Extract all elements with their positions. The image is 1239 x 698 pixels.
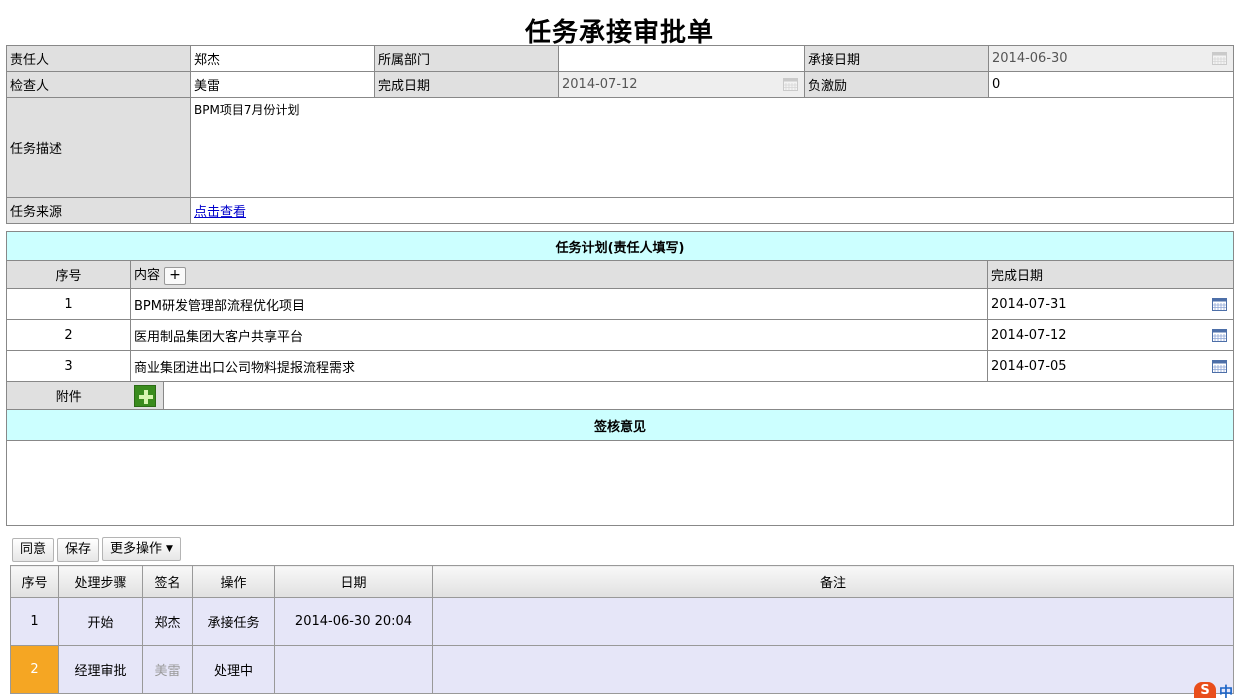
source-cell: 点击查看 [190,197,1234,224]
plan-row-date-value: 2014-07-31 [991,296,1067,312]
ime-mode-label: 中 [1219,685,1233,698]
plan-row-date[interactable]: 2014-07-12 [986,319,1235,351]
flow-row-step: 经理审批 [58,645,143,694]
penalty-label: 负激励 [804,71,989,98]
review-section-title: 签核意见 [5,409,1235,441]
action-toolbar: 同意 保存 更多操作 ▼ [12,537,184,563]
flow-row-sign: 郑杰 [142,597,193,646]
add-attachment-icon[interactable] [133,384,156,407]
plan-section-title: 任务计划(责任人填写) [5,231,1235,261]
responsible-field[interactable]: 郑杰 [190,45,375,72]
plan-col-content-label: 内容 [134,268,161,284]
flow-row-note [432,597,1234,646]
plan-row-content[interactable]: 商业集团进出口公司物料提报流程需求 [130,350,988,382]
plan-row-content[interactable]: BPM研发管理部流程优化项目 [130,288,988,320]
task-form: 责任人 郑杰 所属部门 承接日期 2014-06-30 检查人 美雷 完成日期 … [6,45,1234,224]
source-link[interactable]: 点击查看 [194,205,246,220]
flow-col-seq: 序号 [10,565,59,598]
calendar-icon[interactable] [1212,360,1228,373]
agree-button[interactable]: 同意 [12,537,55,562]
plan-row-seq: 1 [6,288,131,320]
sogou-logo-icon: S [1194,682,1216,698]
flow-row-seq: 2 [10,645,59,694]
flow-row-date [274,645,433,694]
finish-date-label: 完成日期 [374,71,559,98]
flow-row: 1 开始 郑杰 承接任务 2014-06-30 20:04 [10,597,1234,646]
flow-col-date: 日期 [274,565,433,598]
calendar-icon [783,78,798,91]
plan-row-date[interactable]: 2014-07-31 [986,288,1235,320]
accept-date-label: 承接日期 [804,45,989,72]
penalty-field[interactable]: 0 [988,71,1234,98]
checker-field[interactable]: 美雷 [190,71,375,98]
approval-flow-table: 序号 处理步骤 签名 操作 日期 备注 1 开始 郑杰 承接任务 2014-06… [10,565,1234,694]
plan-table: 任务计划(责任人填写) 序号 内容 + 完成日期 1 BPM研发管理部流程优化项目… [5,231,1235,526]
flow-row-seq: 1 [10,597,59,646]
flow-row-sign: 美雷 [142,645,193,694]
plan-col-date: 完成日期 [986,260,1235,289]
plan-row-seq: 3 [6,350,131,382]
accept-date-value: 2014-06-30 [992,51,1068,66]
attachment-add-cell [130,381,164,410]
flow-row-current: 2 经理审批 美雷 处理中 [10,645,1234,694]
plan-col-content: 内容 + [130,260,988,289]
caret-down-icon: ▼ [166,544,173,554]
more-actions-label: 更多操作 [110,541,163,557]
ime-indicator[interactable]: S中 [1194,682,1233,698]
desc-field[interactable]: BPM项目7月份计划 [190,97,1234,198]
flow-row-op: 处理中 [192,645,275,694]
desc-label: 任务描述 [6,97,191,198]
review-opinion-field[interactable] [5,440,1235,526]
add-plan-row-button[interactable]: + [164,266,187,285]
flow-col-note: 备注 [432,565,1234,598]
calendar-icon[interactable] [1212,298,1228,311]
attachment-label: 附件 [6,381,131,410]
flow-row-date: 2014-06-30 20:04 [274,597,433,646]
dept-label: 所属部门 [374,45,559,72]
more-actions-button[interactable]: 更多操作 ▼ [102,537,181,561]
flow-col-op: 操作 [192,565,275,598]
attachment-area [162,381,1235,410]
page-title: 任务承接审批单 [524,18,714,48]
flow-row-op: 承接任务 [192,597,275,646]
save-button[interactable]: 保存 [57,537,100,562]
checker-label: 检查人 [6,71,191,98]
flow-col-step: 处理步骤 [58,565,143,598]
flow-row-step: 开始 [58,597,143,646]
source-label: 任务来源 [6,197,191,224]
accept-date-field: 2014-06-30 [988,45,1234,72]
plan-row-seq: 2 [6,319,131,351]
dept-field[interactable] [558,45,805,72]
plan-col-seq: 序号 [6,260,131,289]
plan-row-date[interactable]: 2014-07-05 [986,350,1235,382]
plan-row-date-value: 2014-07-05 [991,358,1067,374]
flow-col-sign: 签名 [142,565,193,598]
plan-row-content[interactable]: 医用制品集团大客户共享平台 [130,319,988,351]
approval-page: 任务承接审批单 责任人 郑杰 所属部门 承接日期 2014-06-30 检查人 … [0,0,1239,698]
calendar-icon[interactable] [1212,329,1228,342]
finish-date-field: 2014-07-12 [558,71,805,98]
responsible-label: 责任人 [6,45,191,72]
finish-date-value: 2014-07-12 [562,77,638,92]
calendar-icon [1212,52,1227,65]
plan-row-date-value: 2014-07-12 [991,327,1067,343]
flow-row-note [432,645,1234,694]
